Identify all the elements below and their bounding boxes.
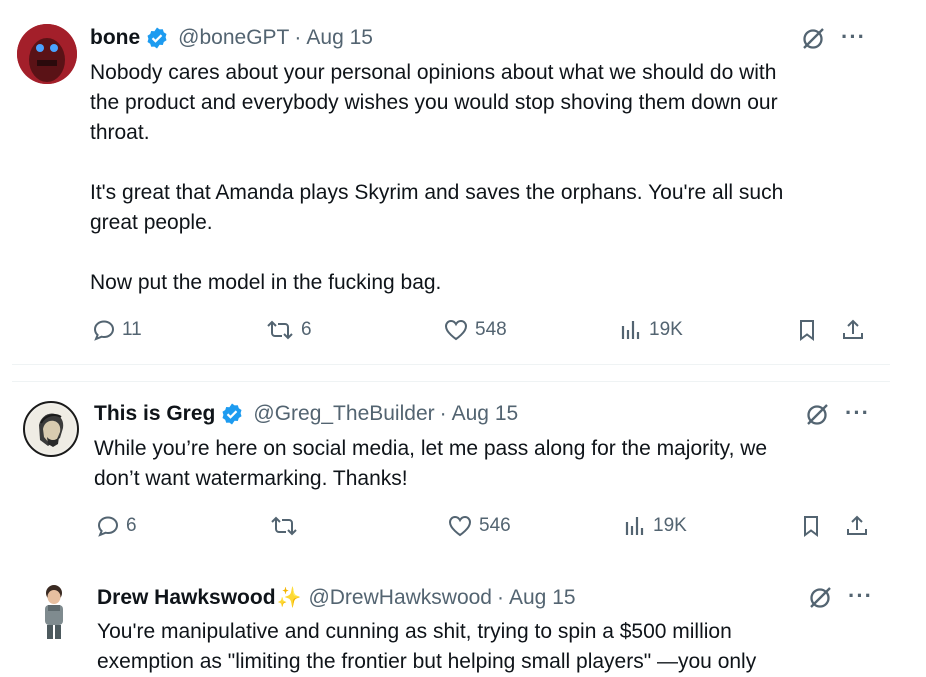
repost-icon [271,516,297,536]
author-handle[interactable]: @Greg_TheBuilder [253,402,434,426]
bookmark-icon[interactable] [795,318,819,347]
heart-icon [448,515,472,537]
views-count: 19K [649,319,683,340]
avatar[interactable] [34,584,74,642]
sparkle-icon: ✨ [276,587,302,609]
author-name[interactable]: Drew Hawkswood [97,586,276,610]
avatar[interactable] [17,24,77,84]
repost-button[interactable]: 6 [265,318,312,342]
bookmark-icon[interactable] [799,514,823,543]
like-button[interactable]: 548 [443,318,507,342]
share-icon[interactable] [844,513,870,544]
author-handle[interactable]: @boneGPT [178,26,289,50]
tweet-text: You're manipulative and cunning as shit,… [97,620,757,673]
views-icon [621,321,640,339]
reply-button[interactable]: 11 [92,318,142,342]
like-count: 546 [479,515,511,536]
grok-icon[interactable] [804,402,830,433]
author-handle[interactable]: @DrewHawkswood [308,586,492,610]
more-options-icon[interactable]: ··· [848,583,873,609]
views-button[interactable]: 19K [619,318,683,342]
author-name[interactable]: This is Greg [94,402,215,426]
more-options-icon[interactable]: ··· [841,24,866,50]
divider [12,381,890,382]
like-button[interactable]: 546 [447,514,511,538]
tweet-date[interactable]: Aug 15 [306,26,373,50]
avatar[interactable] [23,401,79,457]
heart-icon [444,319,468,341]
reply-icon [93,320,115,341]
reply-count: 6 [126,515,137,536]
author-name[interactable]: bone [90,26,140,50]
repost-count: 6 [301,319,312,340]
verified-badge-icon [220,402,244,426]
reply-icon [97,516,119,537]
tweet-date[interactable]: Aug 15 [452,402,519,426]
grok-icon[interactable] [800,26,826,57]
repost-button[interactable] [269,514,305,538]
separator-dot: · [294,26,302,49]
separator-dot: · [497,585,504,609]
tweet-text: Nobody cares about your personal opinion… [90,61,784,294]
tweet-text: While you’re here on social media, let m… [94,437,768,490]
views-count: 19K [653,515,687,536]
tweet-date[interactable]: Aug 15 [509,586,576,610]
grok-icon[interactable] [807,585,833,616]
views-icon [625,517,644,535]
share-icon[interactable] [840,317,866,348]
more-options-icon[interactable]: ··· [845,400,870,426]
divider [12,364,890,365]
reply-count: 11 [122,319,142,340]
like-count: 548 [475,319,507,340]
views-button[interactable]: 19K [623,514,687,538]
repost-icon [267,320,293,340]
reply-button[interactable]: 6 [96,514,137,538]
separator-dot: · [439,402,447,425]
verified-badge-icon [145,26,169,50]
